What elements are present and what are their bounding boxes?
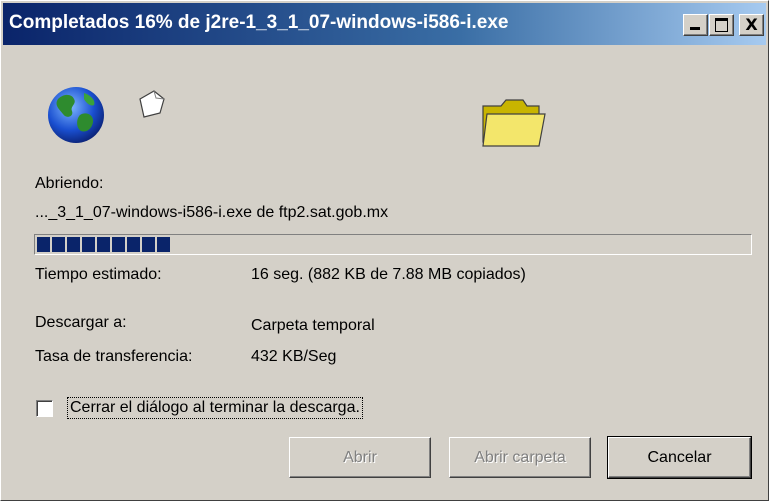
document-icon [139, 90, 165, 118]
download-to-label: Descargar a: [35, 314, 127, 331]
progress-chunk [112, 237, 125, 252]
open-folder-button[interactable]: Abrir carpeta [449, 437, 591, 478]
folder-icon [482, 99, 546, 147]
progress-chunk [127, 237, 140, 252]
estimated-time-label: Tiempo estimado: [35, 266, 162, 283]
cancel-button[interactable]: Cancelar [607, 436, 752, 479]
progress-chunk [52, 237, 65, 252]
maximize-icon [715, 18, 728, 32]
progress-chunk [37, 237, 50, 252]
file-source-text: ..._3_1_07-windows-i586-i.exe de ftp2.sa… [35, 204, 389, 221]
progress-fill [37, 237, 170, 252]
transfer-rate-label: Tasa de transferencia: [35, 348, 193, 365]
progress-chunk [97, 237, 110, 252]
open-button[interactable]: Abrir [289, 437, 431, 478]
close-on-complete-label[interactable]: Cerrar el diálogo al terminar la descarg… [67, 397, 363, 419]
window-title: Completados 16% de j2re-1_3_1_07-windows… [9, 12, 509, 33]
close-on-complete-checkbox[interactable] [36, 400, 53, 417]
maximize-button[interactable] [709, 14, 734, 36]
progress-bar [34, 234, 752, 255]
title-bar[interactable]: Completados 16% de j2re-1_3_1_07-windows… [3, 3, 766, 45]
minimize-icon [690, 27, 700, 30]
opening-label: Abriendo: [35, 175, 104, 192]
download-dialog: Completados 16% de j2re-1_3_1_07-windows… [0, 0, 769, 501]
progress-chunk [157, 237, 170, 252]
transfer-rate-value: 432 KB/Seg [251, 348, 337, 365]
globe-icon [48, 87, 104, 143]
estimated-time-value: 16 seg. (882 KB de 7.88 MB copiados) [251, 266, 526, 283]
progress-chunk [67, 237, 80, 252]
progress-chunk [82, 237, 95, 252]
close-icon: X [745, 15, 758, 34]
close-button[interactable]: X [739, 14, 764, 36]
minimize-button[interactable] [683, 14, 708, 36]
progress-chunk [142, 237, 155, 252]
download-to-value: Carpeta temporal [251, 317, 375, 334]
